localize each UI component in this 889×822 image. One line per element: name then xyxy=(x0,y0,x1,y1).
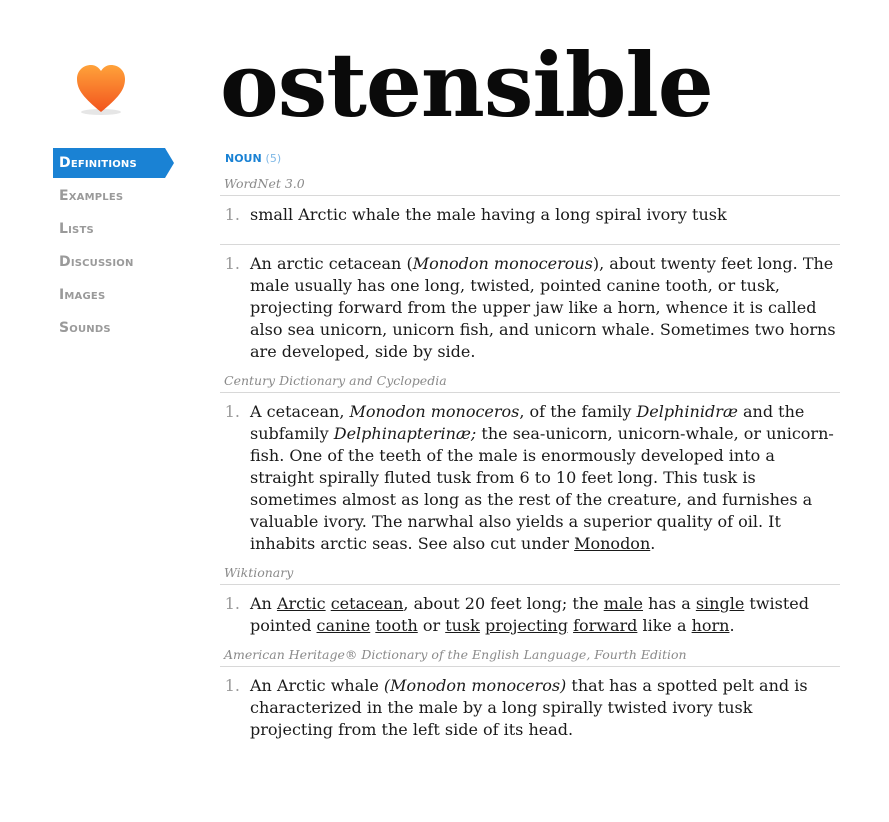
word-link[interactable]: Arctic xyxy=(277,594,326,613)
word-link[interactable]: cetacean xyxy=(331,594,404,613)
definition-number: 1. xyxy=(224,402,240,421)
definition-item: 1. small Arctic whale the male having a … xyxy=(220,196,840,226)
definitions-panel: NOUN (5) WordNet 3.0 1. small Arctic wha… xyxy=(220,150,840,741)
definition-text: An arctic cetacean (Monodon monocerous),… xyxy=(250,254,836,361)
sidebar-item-images[interactable]: Images xyxy=(53,280,177,313)
sidebar-item-sounds[interactable]: Sounds xyxy=(53,313,177,346)
word-link[interactable]: horn xyxy=(692,616,730,635)
definition-item: 1. An Arctic cetacean, about 20 feet lon… xyxy=(220,585,840,637)
word-link[interactable]: forward xyxy=(573,616,637,635)
source-heading-wiktionary: Wiktionary xyxy=(220,565,840,585)
source-heading-century: Century Dictionary and Cyclopedia xyxy=(220,373,840,393)
sidebar-item-examples[interactable]: Examples xyxy=(53,181,177,214)
word-link[interactable]: canine xyxy=(317,616,371,635)
page-title: ostensible xyxy=(220,33,714,137)
pos-label[interactable]: NOUN xyxy=(225,152,262,165)
definition-text: An Arctic cetacean, about 20 feet long; … xyxy=(250,594,809,635)
heart-icon xyxy=(70,62,130,118)
definition-number: 1. xyxy=(224,205,240,224)
definition-item: 1. An arctic cetacean (Monodon monocerou… xyxy=(220,245,840,363)
word-link[interactable]: projecting xyxy=(485,616,568,635)
definition-text: A cetacean, Monodon monoceros, of the fa… xyxy=(250,402,834,553)
definition-text: An Arctic whale (Monodon monoceros) that… xyxy=(250,676,808,739)
part-of-speech: NOUN (5) xyxy=(220,150,840,176)
word-link[interactable]: Monodon xyxy=(574,534,650,553)
definition-number: 1. xyxy=(224,254,240,273)
pos-count: (5) xyxy=(265,152,282,165)
definition-number: 1. xyxy=(224,676,240,695)
sidebar-item-definitions[interactable]: Definitions xyxy=(53,148,174,178)
sidebar-item-lists[interactable]: Lists xyxy=(53,214,177,247)
definition-item: 1. An Arctic whale (Monodon monoceros) t… xyxy=(220,667,840,741)
definition-text: small Arctic whale the male having a lon… xyxy=(250,205,727,224)
word-link[interactable]: tusk xyxy=(445,616,480,635)
word-link[interactable]: single xyxy=(696,594,744,613)
sidebar-nav: Definitions Examples Lists Discussion Im… xyxy=(53,148,177,346)
sidebar-item-discussion[interactable]: Discussion xyxy=(53,247,177,280)
source-heading-american-heritage: American Heritage® Dictionary of the Eng… xyxy=(220,647,840,667)
definition-item: 1. A cetacean, Monodon monoceros, of the… xyxy=(220,393,840,555)
word-link[interactable]: male xyxy=(604,594,643,613)
source-heading-wordnet: WordNet 3.0 xyxy=(220,176,840,196)
word-link[interactable]: tooth xyxy=(375,616,417,635)
definition-number: 1. xyxy=(224,594,240,613)
